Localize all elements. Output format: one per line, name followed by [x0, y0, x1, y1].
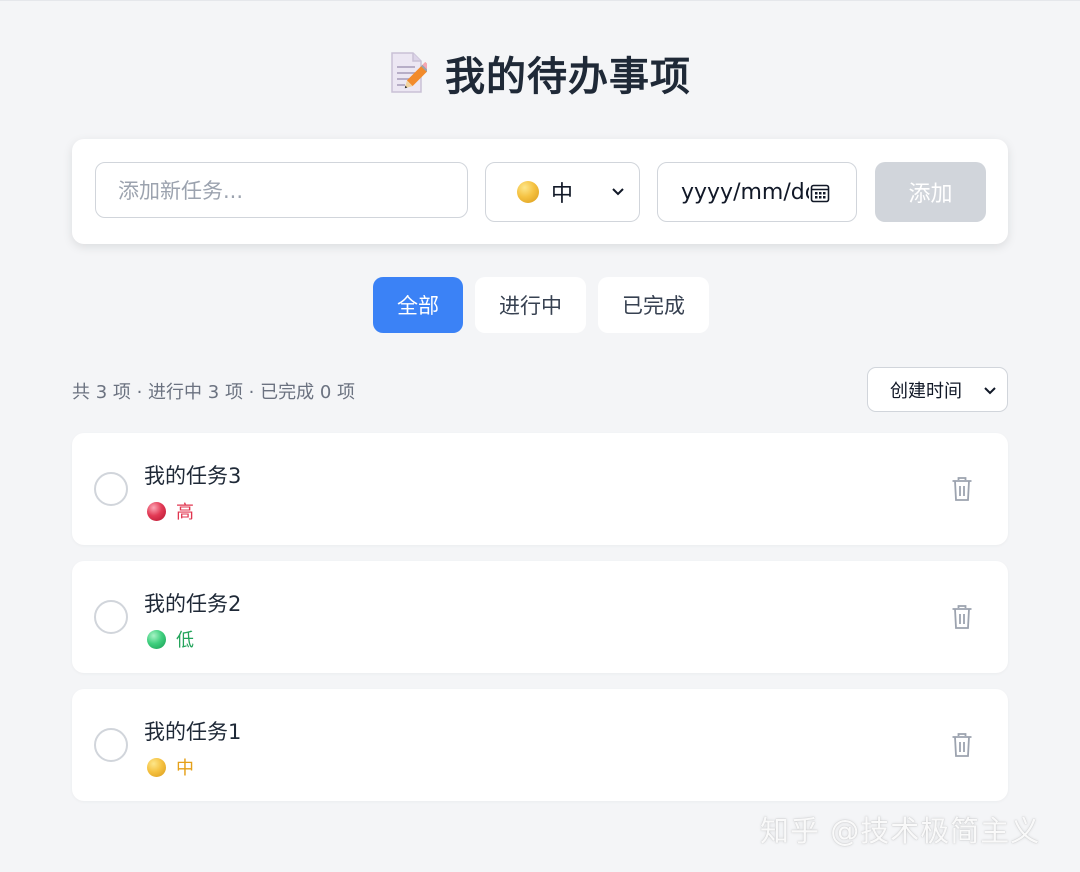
task-item: 我的任务3 高	[72, 433, 1008, 545]
task-complete-checkbox[interactable]	[94, 600, 128, 634]
high-priority-dot-icon	[147, 501, 166, 521]
priority-selected-label: 中	[551, 182, 574, 207]
filter-all-tab[interactable]: 全部	[373, 277, 463, 333]
trash-icon[interactable]	[951, 476, 973, 502]
medium-priority-dot-icon	[517, 181, 539, 203]
due-date-input[interactable]: yyyy/mm/dd	[657, 162, 857, 222]
new-task-placeholder: 添加新任务...	[118, 179, 244, 203]
priority-select[interactable]: 中	[485, 162, 640, 222]
task-title: 我的任务2	[144, 592, 242, 616]
task-title: 我的任务3	[144, 464, 242, 488]
medium-priority-dot-icon	[147, 757, 166, 777]
page-title: 我的待办事项	[445, 54, 691, 100]
chevron-down-icon	[612, 188, 624, 196]
task-title: 我的任务1	[144, 720, 242, 744]
page-header: 我的待办事项	[0, 44, 1080, 102]
trash-icon[interactable]	[951, 604, 973, 630]
chevron-down-icon	[984, 387, 996, 395]
top-divider	[0, 0, 1080, 1]
new-task-input[interactable]: 添加新任务...	[95, 162, 468, 218]
trash-icon[interactable]	[951, 732, 973, 758]
task-stats: 共 3 项 · 进行中 3 项 · 已完成 0 项	[72, 382, 356, 403]
task-complete-checkbox[interactable]	[94, 728, 128, 762]
sort-selected-label: 创建时间	[890, 380, 962, 402]
calendar-icon[interactable]	[810, 183, 830, 203]
add-task-card: 添加新任务... 中 yyyy/mm/dd 添加	[72, 139, 1008, 244]
due-date-value: yyyy/mm/dd	[681, 179, 809, 205]
task-item: 我的任务1 中	[72, 689, 1008, 801]
low-priority-dot-icon	[147, 629, 166, 649]
task-item: 我的任务2 低	[72, 561, 1008, 673]
task-complete-checkbox[interactable]	[94, 472, 128, 506]
filter-tabs: 全部 进行中 已完成	[373, 277, 709, 333]
add-task-button[interactable]: 添加	[875, 162, 986, 222]
filter-completed-tab[interactable]: 已完成	[598, 277, 709, 333]
filter-in-progress-tab[interactable]: 进行中	[475, 277, 586, 333]
task-priority-badge: 低	[147, 626, 194, 652]
task-priority-label: 中	[176, 758, 194, 779]
todo-app: 我的待办事项 添加新任务... 中 yyyy/mm/dd 添加 全部 进行中 已…	[0, 0, 1080, 872]
sort-select[interactable]: 创建时间	[867, 367, 1008, 412]
memo-pencil-icon	[391, 52, 427, 93]
task-priority-badge: 高	[147, 498, 194, 524]
task-priority-label: 低	[176, 630, 194, 651]
task-priority-label: 高	[176, 502, 194, 523]
task-priority-badge: 中	[147, 754, 194, 780]
watermark: 知乎 @技术极简主义	[760, 814, 1041, 848]
